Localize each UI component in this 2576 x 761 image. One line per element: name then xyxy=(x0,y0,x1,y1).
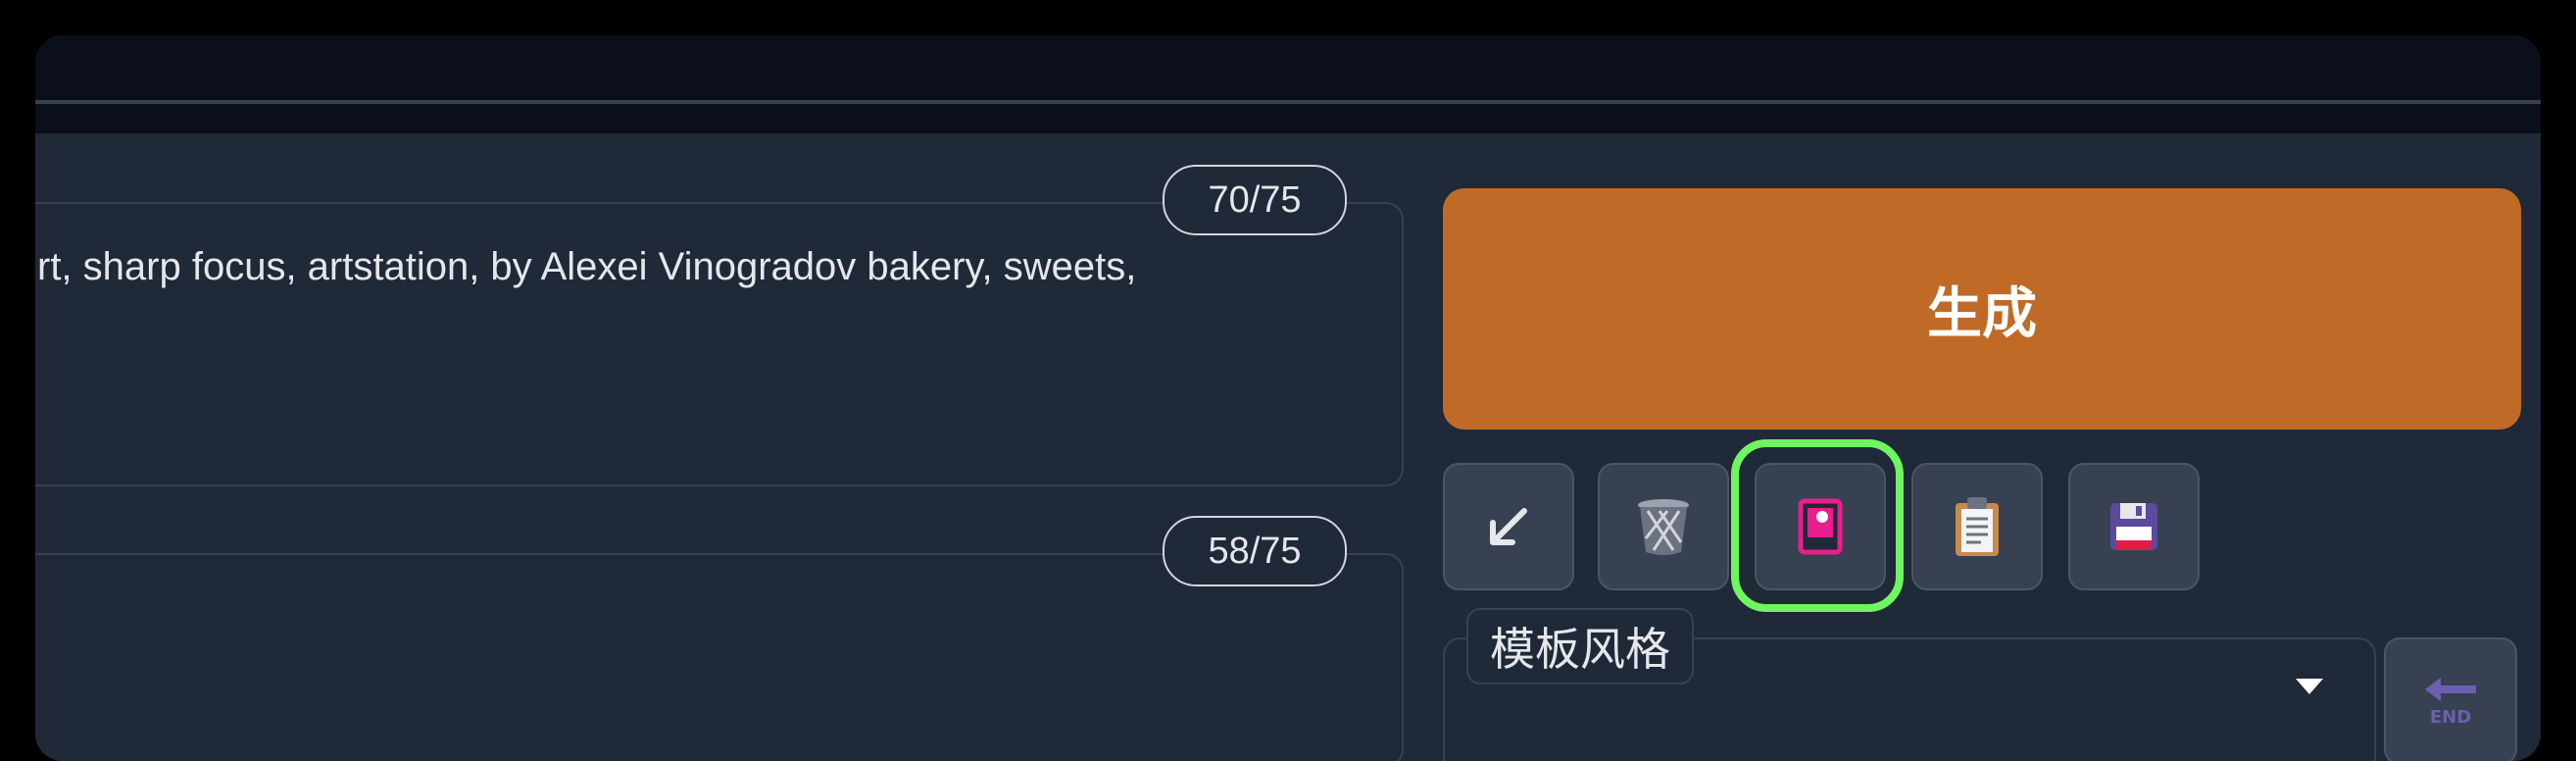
save-style-button[interactable] xyxy=(2068,463,2200,590)
positive-prompt-text: rt, sharp focus, artstation, by Alexei V… xyxy=(37,245,1137,288)
save-floppy-icon xyxy=(2110,503,2157,550)
top-divider xyxy=(35,100,2541,104)
read-params-button[interactable] xyxy=(1443,463,1574,590)
arrow-down-left-icon xyxy=(1490,508,1527,545)
chevron-down-icon[interactable] xyxy=(2296,679,2323,694)
apply-style-button[interactable]: END xyxy=(2384,637,2517,761)
positive-prompt-input[interactable]: rt, sharp focus, artstation, by Alexei V… xyxy=(35,202,1404,486)
app-window: rt, sharp focus, artstation, by Alexei V… xyxy=(35,35,2541,761)
generate-button[interactable]: 生成 xyxy=(1443,188,2521,430)
top-bar xyxy=(35,35,2541,133)
svg-text:END: END xyxy=(2430,707,2471,728)
end-arrow-icon: END xyxy=(2425,678,2476,728)
negative-token-counter: 58/75 xyxy=(1163,516,1347,586)
trash-bin-icon xyxy=(1638,499,1689,555)
clear-prompt-button[interactable] xyxy=(1598,463,1729,590)
styles-label: 模板风格 xyxy=(1466,608,1694,685)
positive-token-counter: 70/75 xyxy=(1163,165,1347,235)
paste-button[interactable] xyxy=(1911,463,2043,590)
highlight-ring xyxy=(1731,439,1904,612)
clipboard-icon xyxy=(1956,497,1999,556)
txt2img-panel: rt, sharp focus, artstation, by Alexei V… xyxy=(35,133,2541,761)
